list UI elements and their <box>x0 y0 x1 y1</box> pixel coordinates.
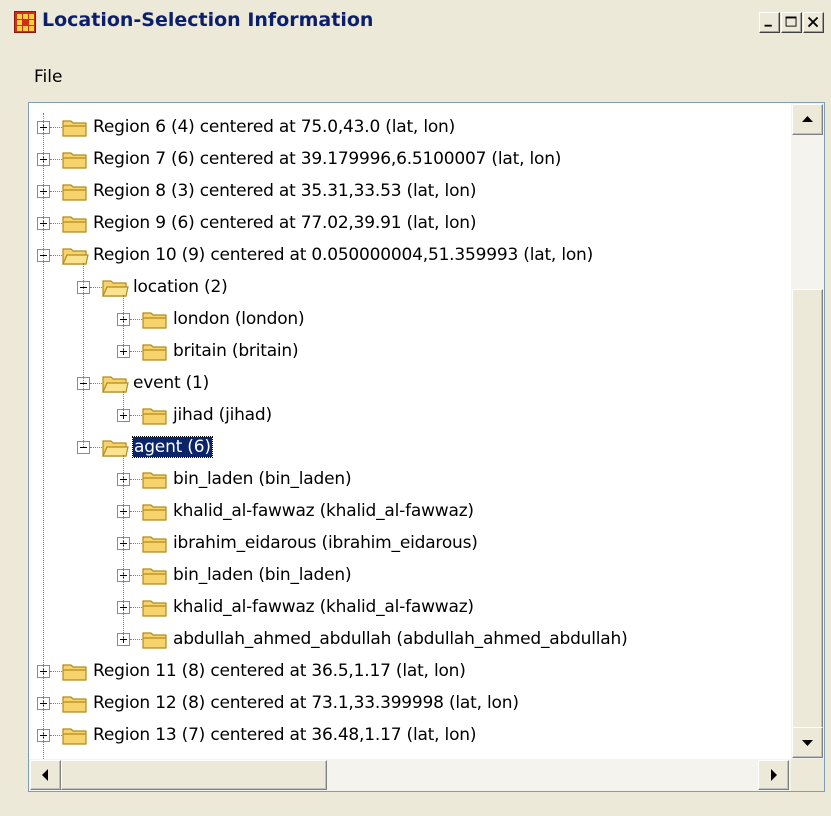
tree-node-label[interactable]: Region 7 (6) centered at 39.179996,6.510… <box>93 149 561 169</box>
tree-node-label[interactable]: jihad (jihad) <box>173 405 272 425</box>
folder-icon <box>62 696 87 713</box>
horizontal-scrollbar[interactable] <box>29 759 791 791</box>
tree-guide-line <box>123 295 124 351</box>
maximize-button[interactable] <box>781 12 802 33</box>
tree-node-label[interactable]: ibrahim_eidarous (ibrahim_eidarous) <box>173 533 478 553</box>
tree-node-label[interactable]: Region 8 (3) centered at 35.31,33.53 (la… <box>93 181 476 201</box>
tree-row[interactable]: Region 12 (8) centered at 73.1,33.399998… <box>29 689 791 721</box>
tree-row[interactable]: Region 9 (6) centered at 77.02,39.91 (la… <box>29 209 791 241</box>
tree-row[interactable]: jihad (jihad) <box>29 401 791 433</box>
minimize-icon <box>764 24 772 27</box>
folder-icon <box>142 504 167 521</box>
tree-row[interactable]: london (london) <box>29 305 791 337</box>
tree-node-label[interactable]: event (1) <box>133 373 209 393</box>
tree-node-label[interactable]: Region 6 (4) centered at 75.0,43.0 (lat,… <box>93 117 455 137</box>
folder-icon <box>62 152 87 169</box>
arrow-right-icon <box>771 769 777 781</box>
folder-open-icon <box>102 376 129 393</box>
folder-open-icon <box>62 248 89 265</box>
tree-node-label[interactable]: london (london) <box>173 309 305 329</box>
folder-icon <box>142 600 167 617</box>
tree-guide-line <box>83 263 84 447</box>
menu-file[interactable]: File <box>34 67 62 87</box>
tree-node-label[interactable]: khalid_al-fawwaz (khalid_al-fawwaz) <box>173 597 474 617</box>
folder-icon <box>62 120 87 137</box>
folder-icon <box>142 632 167 649</box>
window-title: Location-Selection Information <box>42 9 374 31</box>
folder-icon <box>62 184 87 201</box>
scrollbar-corner <box>791 759 824 791</box>
tree-row[interactable]: Region 13 (7) centered at 36.48,1.17 (la… <box>29 721 791 753</box>
tree-row[interactable]: event (1) <box>29 369 791 401</box>
tree-node-label[interactable]: bin_laden (bin_laden) <box>173 565 352 585</box>
scroll-up-button[interactable] <box>792 104 823 135</box>
folder-icon <box>142 472 167 489</box>
tree-node-label[interactable]: Region 11 (8) centered at 36.5,1.17 (lat… <box>93 661 466 681</box>
tree-row[interactable]: khalid_al-fawwaz (khalid_al-fawwaz) <box>29 497 791 529</box>
close-icon <box>807 16 819 28</box>
tree-node-label-selected[interactable]: agent (6) <box>132 436 213 458</box>
folder-open-icon <box>102 280 129 297</box>
tree-guide-line <box>43 113 44 759</box>
arrow-left-icon <box>42 769 48 781</box>
tree-node-label[interactable]: Region 9 (6) centered at 77.02,39.91 (la… <box>93 213 476 233</box>
tree-node-label[interactable]: location (2) <box>133 277 228 297</box>
scroll-left-button[interactable] <box>30 760 61 790</box>
tree-row[interactable]: location (2) <box>29 273 791 305</box>
folder-open-icon <box>102 440 129 457</box>
scroll-down-button[interactable] <box>792 727 823 758</box>
tree-panel: Region 6 (4) centered at 75.0,43.0 (lat,… <box>28 102 825 792</box>
maximize-icon <box>785 16 797 27</box>
close-button[interactable] <box>803 12 824 33</box>
vertical-scroll-thumb[interactable] <box>792 289 823 729</box>
folder-icon <box>62 728 87 745</box>
folder-icon <box>142 344 167 361</box>
minimize-button[interactable] <box>759 12 780 33</box>
tree-guide-line <box>123 391 124 415</box>
tree-row[interactable]: abdullah_ahmed_abdullah (abdullah_ahmed_… <box>29 625 791 657</box>
app-icon <box>14 11 36 33</box>
tree-node-label[interactable]: britain (britain) <box>173 341 299 361</box>
folder-icon <box>142 408 167 425</box>
tree-node-label[interactable]: Region 13 (7) centered at 36.48,1.17 (la… <box>93 725 476 745</box>
tree-node-label[interactable]: bin_laden (bin_laden) <box>173 469 352 489</box>
tree-row[interactable]: Region 7 (6) centered at 39.179996,6.510… <box>29 145 791 177</box>
tree-node-label[interactable]: Region 10 (9) centered at 0.050000004,51… <box>93 245 593 265</box>
vertical-scrollbar[interactable] <box>791 103 824 759</box>
tree-row[interactable]: agent (6) <box>29 433 791 465</box>
tree-row[interactable]: britain (britain) <box>29 337 791 369</box>
folder-icon <box>142 312 167 329</box>
tree-row[interactable]: Region 10 (9) centered at 0.050000004,51… <box>29 241 791 273</box>
tree-node-label[interactable]: Region 12 (8) centered at 73.1,33.399998… <box>93 693 519 713</box>
folder-icon <box>142 568 167 585</box>
location-selection-window: Location-Selection Information File Regi… <box>0 0 831 816</box>
tree-row[interactable]: Region 6 (4) centered at 75.0,43.0 (lat,… <box>29 113 791 145</box>
tree-row[interactable]: Region 8 (3) centered at 35.31,33.53 (la… <box>29 177 791 209</box>
folder-icon <box>62 216 87 233</box>
tree-node-label[interactable]: abdullah_ahmed_abdullah (abdullah_ahmed_… <box>173 629 628 649</box>
arrow-down-icon <box>802 740 813 746</box>
folder-icon <box>142 536 167 553</box>
tree-row[interactable]: Region 11 (8) centered at 36.5,1.17 (lat… <box>29 657 791 689</box>
tree-node-label[interactable]: khalid_al-fawwaz (khalid_al-fawwaz) <box>173 501 474 521</box>
scroll-right-button[interactable] <box>758 760 789 790</box>
title-bar[interactable]: Location-Selection Information <box>0 0 831 40</box>
tree-row[interactable]: khalid_al-fawwaz (khalid_al-fawwaz) <box>29 593 791 625</box>
horizontal-scroll-thumb[interactable] <box>61 760 327 790</box>
menu-bar: File <box>0 62 831 94</box>
tree-row[interactable]: bin_laden (bin_laden) <box>29 465 791 497</box>
tree-row[interactable]: ibrahim_eidarous (ibrahim_eidarous) <box>29 529 791 561</box>
tree-viewport: Region 6 (4) centered at 75.0,43.0 (lat,… <box>29 103 791 759</box>
tree-row[interactable]: bin_laden (bin_laden) <box>29 561 791 593</box>
tree-guide-line <box>123 455 124 639</box>
arrow-up-icon <box>802 116 813 122</box>
folder-icon <box>62 664 87 681</box>
